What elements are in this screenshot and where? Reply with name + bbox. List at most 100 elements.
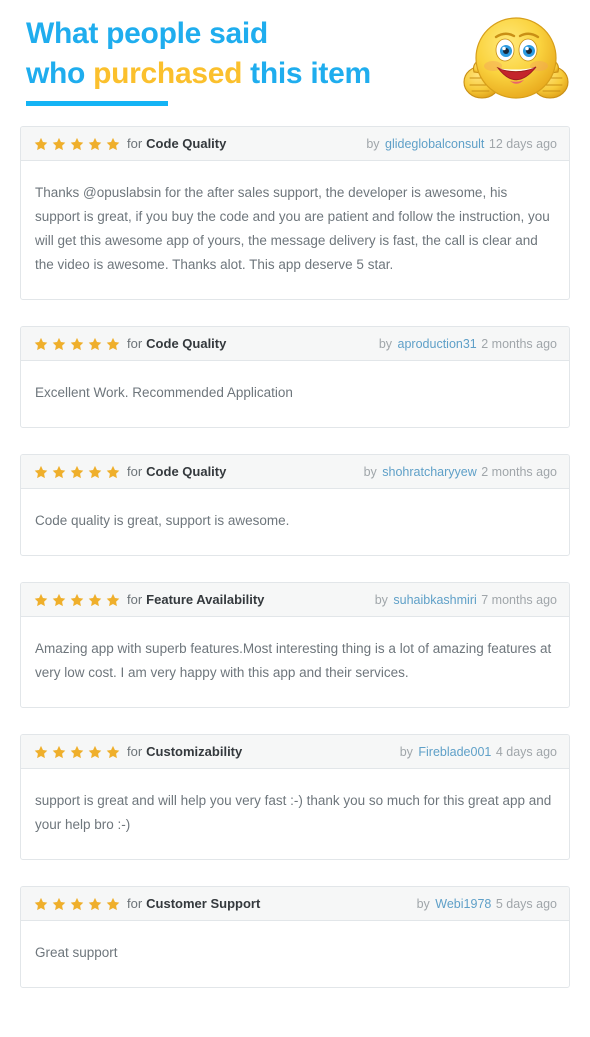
review-meta: by Webi1978 5 days ago — [417, 897, 557, 911]
review-timestamp: 4 days ago — [495, 744, 557, 759]
review-body: Excellent Work. Recommended Application — [21, 361, 569, 427]
by-label: by — [374, 592, 388, 607]
star-icon — [52, 897, 66, 910]
review-card: for Code Quality by shohratcharyyew 2 mo… — [20, 454, 570, 556]
review-criteria: Customer Support — [146, 896, 261, 911]
review-rating-group: for Code Quality — [34, 336, 226, 351]
page-title: What people said who purchased this item — [26, 14, 456, 94]
star-rating — [34, 593, 120, 607]
review-author-link[interactable]: Fireblade001 — [418, 745, 491, 759]
review-card: for Customer Support by Webi1978 5 days … — [20, 886, 570, 988]
review-text: Code quality is great, support is awesom… — [35, 513, 290, 528]
star-icon — [106, 593, 120, 606]
star-icon — [106, 745, 120, 758]
review-card-header: for Code Quality by shohratcharyyew 2 mo… — [21, 455, 569, 489]
smiley-thumbs-up-icon — [463, 17, 569, 99]
review-meta: by aproduction31 2 months ago — [379, 337, 557, 351]
by-label: by — [416, 896, 430, 911]
review-criteria: Code Quality — [146, 464, 227, 479]
star-icon — [88, 137, 102, 150]
review-card: for Customizability by Fireblade001 4 da… — [20, 734, 570, 860]
review-body: support is great and will help you very … — [21, 769, 569, 859]
star-icon — [70, 465, 84, 478]
review-body: Great support — [21, 921, 569, 987]
star-icon — [106, 137, 120, 150]
review-meta: by suhaibkashmiri 7 months ago — [375, 593, 557, 607]
star-icon — [70, 137, 84, 150]
review-meta: by glideglobalconsult 12 days ago — [366, 137, 557, 151]
review-criteria: Code Quality — [146, 136, 227, 151]
star-icon — [52, 745, 66, 758]
star-icon — [52, 337, 66, 350]
review-timestamp: 2 months ago — [481, 464, 557, 479]
review-rating-group: for Feature Availability — [34, 592, 264, 607]
for-label: for — [127, 744, 143, 759]
by-label: by — [399, 744, 413, 759]
star-icon — [34, 745, 48, 758]
review-card-header: for Code Quality by glideglobalconsult 1… — [21, 127, 569, 161]
review-timestamp: 7 months ago — [481, 592, 557, 607]
star-icon — [106, 337, 120, 350]
review-criteria: Customizability — [146, 744, 243, 759]
by-label: by — [363, 464, 377, 479]
review-timestamp: 2 months ago — [481, 336, 557, 351]
star-icon — [52, 137, 66, 150]
review-body: Code quality is great, support is awesom… — [21, 489, 569, 555]
review-card: for Feature Availability by suhaibkashmi… — [20, 582, 570, 708]
review-text: Excellent Work. Recommended Application — [35, 385, 293, 400]
star-icon — [106, 897, 120, 910]
for-label: for — [127, 336, 143, 351]
review-author-link[interactable]: aproduction31 — [398, 337, 477, 351]
star-icon — [88, 745, 102, 758]
star-rating — [34, 897, 120, 911]
star-rating — [34, 745, 120, 759]
review-text: Thanks @opuslabsin for the after sales s… — [35, 185, 550, 272]
page-header: What people said who purchased this item — [0, 0, 590, 126]
star-icon — [88, 593, 102, 606]
reviews-list: for Code Quality by glideglobalconsult 1… — [0, 126, 590, 988]
review-author-link[interactable]: Webi1978 — [435, 897, 491, 911]
review-meta: by Fireblade001 4 days ago — [400, 745, 557, 759]
by-label: by — [378, 336, 393, 351]
star-icon — [70, 593, 84, 606]
star-icon — [106, 465, 120, 478]
review-rating-group: for Code Quality — [34, 136, 226, 151]
review-text: support is great and will help you very … — [35, 793, 552, 832]
review-rating-group: for Customer Support — [34, 896, 260, 911]
star-icon — [88, 897, 102, 910]
title-underline-rule — [26, 101, 168, 106]
star-icon — [70, 337, 84, 350]
for-label: for — [127, 896, 143, 911]
review-rating-group: for Code Quality — [34, 464, 226, 479]
review-rating-group: for Customizability — [34, 744, 242, 759]
review-card-header: for Code Quality by aproduction31 2 mont… — [21, 327, 569, 361]
star-icon — [52, 465, 66, 478]
page-title-line2-suffix: this item — [242, 57, 371, 90]
review-timestamp: 5 days ago — [495, 896, 557, 911]
star-icon — [34, 465, 48, 478]
review-card: for Code Quality by glideglobalconsult 1… — [20, 126, 570, 300]
review-card-header: for Customizability by Fireblade001 4 da… — [21, 735, 569, 769]
star-icon — [34, 897, 48, 910]
review-author-link[interactable]: shohratcharyyew — [382, 465, 477, 479]
star-icon — [88, 337, 102, 350]
star-rating — [34, 137, 120, 151]
star-icon — [88, 465, 102, 478]
for-label: for — [127, 464, 143, 479]
star-rating — [34, 337, 120, 351]
review-author-link[interactable]: glideglobalconsult — [385, 137, 484, 151]
review-card-header: for Feature Availability by suhaibkashmi… — [21, 583, 569, 617]
review-author-link[interactable]: suhaibkashmiri — [393, 593, 476, 607]
page-title-line1: What people said — [26, 17, 268, 50]
review-text: Great support — [35, 945, 118, 960]
star-icon — [34, 593, 48, 606]
star-icon — [34, 337, 48, 350]
page-title-highlight: purchased — [93, 57, 243, 90]
star-rating — [34, 465, 120, 479]
star-icon — [34, 137, 48, 150]
star-icon — [52, 593, 66, 606]
review-criteria: Code Quality — [146, 336, 227, 351]
review-body: Thanks @opuslabsin for the after sales s… — [21, 161, 569, 299]
review-meta: by shohratcharyyew 2 months ago — [364, 465, 557, 479]
review-card: for Code Quality by aproduction31 2 mont… — [20, 326, 570, 428]
